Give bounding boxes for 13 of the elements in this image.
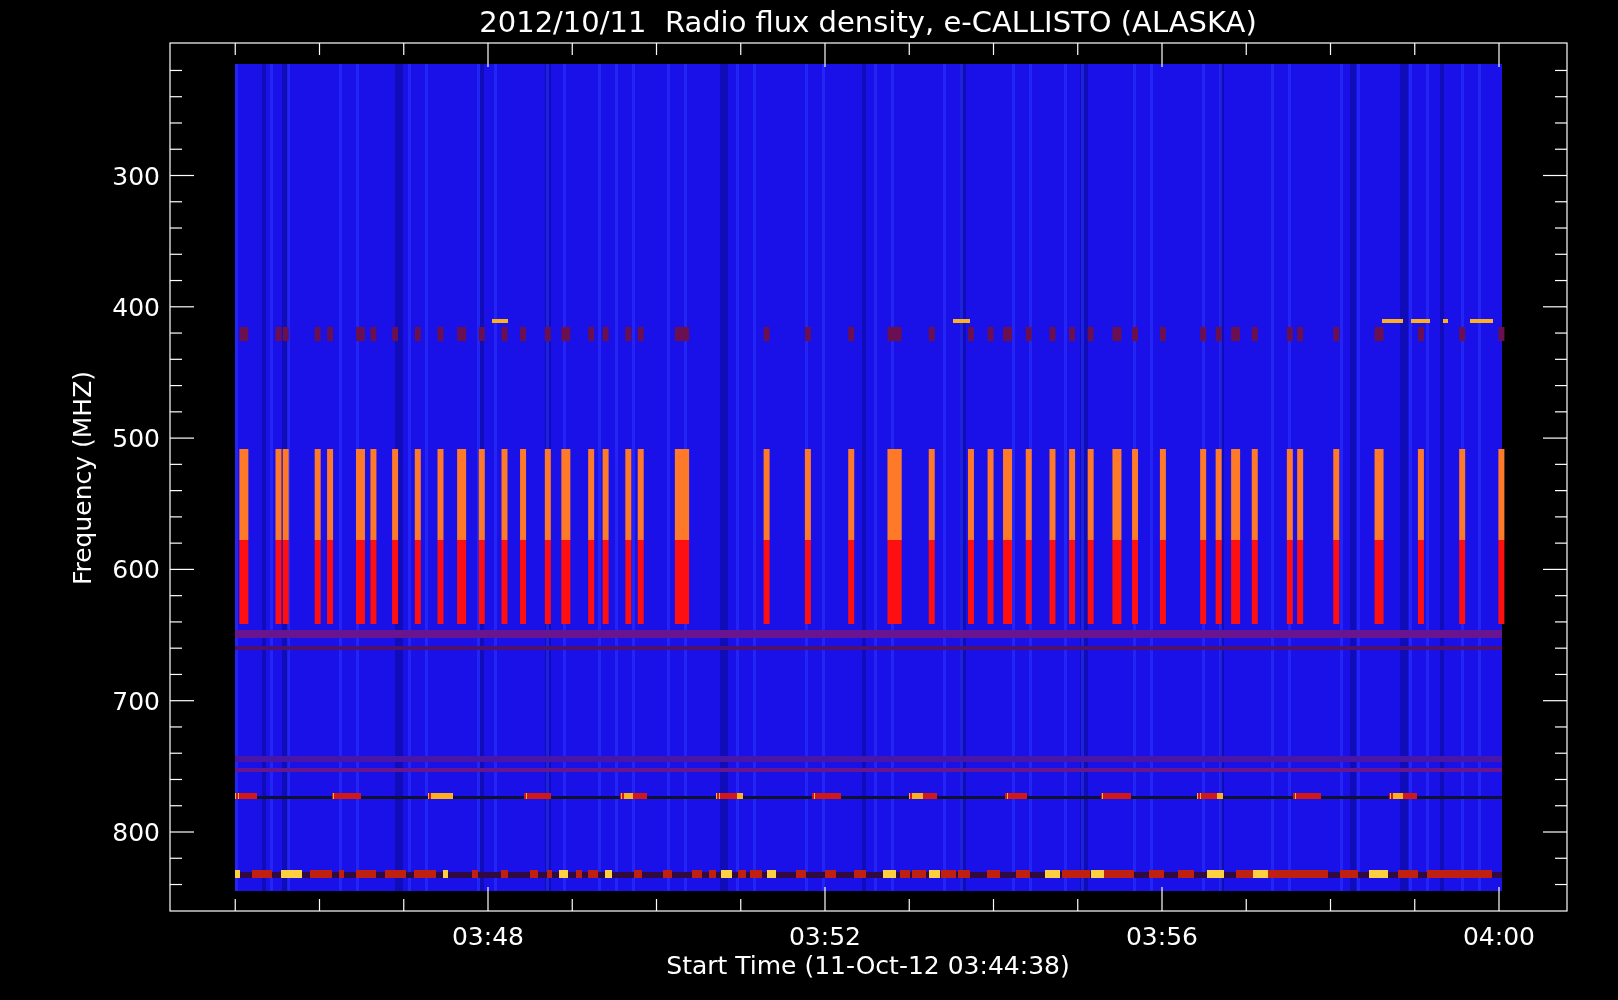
- x-axis-label: Start Time (11-Oct-12 03:44:38): [666, 951, 1070, 980]
- x-tick-label: 03:48: [452, 922, 524, 951]
- y-tick-label: 500: [112, 424, 160, 454]
- y-tick-label: 600: [112, 555, 160, 585]
- x-tick-label: 04:00: [1463, 922, 1535, 951]
- y-tick-label: 400: [112, 292, 160, 322]
- y-tick-label: 800: [112, 818, 160, 847]
- y-tick-label: 700: [112, 686, 160, 716]
- x-tick-label: 03:56: [1126, 922, 1198, 951]
- chart-title: 2012/10/11 Radio flux density, e-CALLISTO (ALASKA): [479, 5, 1257, 39]
- y-tick-label: 300: [112, 161, 160, 191]
- x-tick-label: 03:52: [789, 922, 861, 951]
- y-axis-label: Frequency (MHZ): [68, 370, 97, 586]
